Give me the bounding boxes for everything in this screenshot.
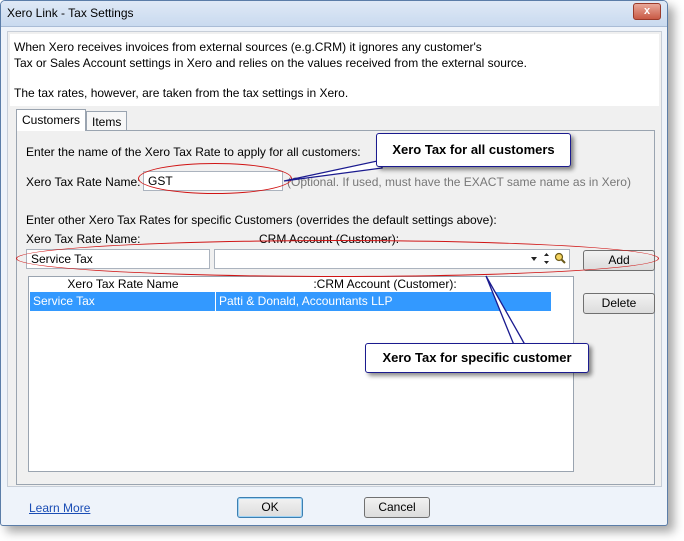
close-icon: x (643, 5, 651, 17)
table-row[interactable]: Service Tax Patti & Donald, Accountants … (30, 292, 551, 311)
tab-items[interactable]: Items (86, 111, 128, 131)
specific-rate-highlight-ellipse (16, 240, 659, 277)
row-tax-rate-cell: Service Tax (30, 292, 216, 311)
tab-customers[interactable]: Customers (16, 109, 87, 131)
info-panel: When Xero receives invoices from externa… (10, 34, 659, 106)
specific-customers-intro: Enter other Xero Tax Rates for specific … (26, 213, 497, 227)
close-button[interactable]: x (633, 3, 661, 20)
tax-rate-grid: Xero Tax Rate Name :CRM Account (Custome… (28, 276, 574, 472)
callout-all-customers: Xero Tax for all customers (376, 133, 571, 167)
info-line-3: The tax rates, however, are taken from t… (14, 86, 349, 100)
row-account-cell: Patti & Donald, Accountants LLP (219, 294, 393, 308)
all-customers-intro: Enter the name of the Xero Tax Rate to a… (26, 145, 361, 159)
grid-header-rate[interactable]: Xero Tax Rate Name (29, 277, 217, 291)
ok-button[interactable]: OK (237, 497, 303, 518)
delete-button[interactable]: Delete (583, 293, 655, 314)
callout-specific-customer: Xero Tax for specific customer (365, 343, 589, 373)
info-line-2: Tax or Sales Account settings in Xero an… (14, 56, 527, 70)
default-rate-highlight-ellipse (138, 163, 292, 194)
title-bar: Xero Link - Tax Settings x (1, 1, 667, 27)
learn-more-link[interactable]: Learn More (29, 501, 90, 515)
tax-rate-hint: (Optional. If used, must have the EXACT … (287, 175, 631, 189)
grid-scroll-area[interactable] (555, 277, 573, 471)
grid-header-account[interactable]: :CRM Account (Customer): (219, 277, 551, 291)
tax-rate-name-label: Xero Tax Rate Name: (26, 175, 141, 189)
window-title: Xero Link - Tax Settings (7, 6, 134, 20)
grid-header: Xero Tax Rate Name :CRM Account (Custome… (29, 277, 573, 291)
cancel-button[interactable]: Cancel (364, 497, 430, 518)
info-line-1: When Xero receives invoices from externa… (14, 40, 482, 54)
